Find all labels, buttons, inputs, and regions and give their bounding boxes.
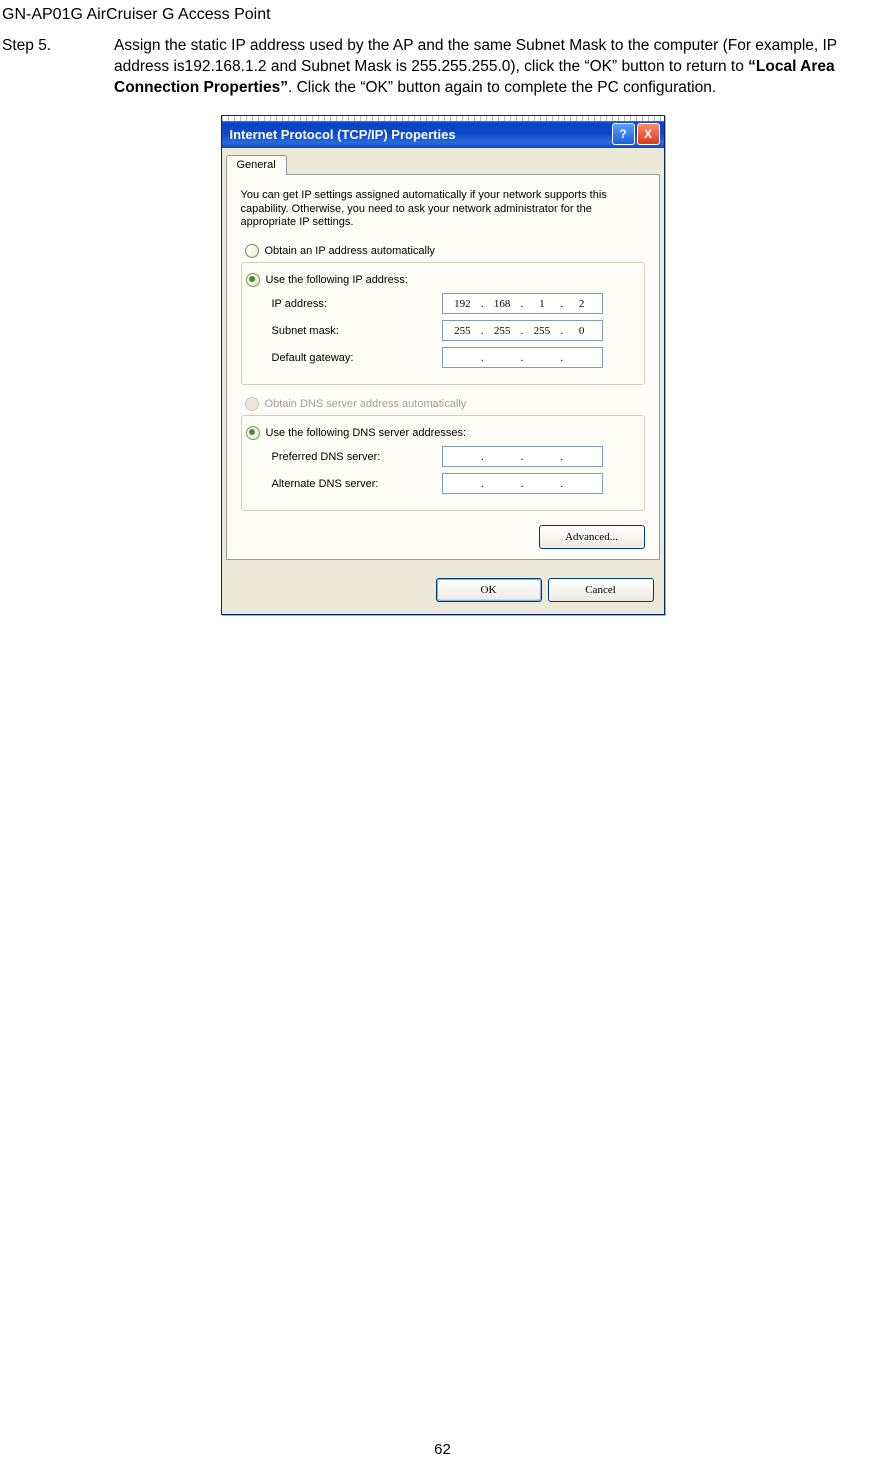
ok-button[interactable]: OK <box>436 578 542 602</box>
step-text-pre: Assign the static IP address used by the… <box>114 37 837 75</box>
ip-seg: 192 <box>448 298 476 310</box>
preferred-dns-label: Preferred DNS server: <box>272 451 442 463</box>
ip-seg: 255 <box>528 325 556 337</box>
titlebar: Internet Protocol (TCP/IP) Properties ? … <box>222 121 664 148</box>
step-text: Assign the static IP address used by the… <box>114 36 885 99</box>
radio-use-dns-label: Use the following DNS server addresses: <box>266 427 467 439</box>
radio-obtain-dns-label: Obtain DNS server address automatically <box>265 398 467 410</box>
radio-use-ip[interactable] <box>246 273 260 287</box>
ip-seg: 2 <box>568 298 596 310</box>
step-block: Step 5. Assign the static IP address use… <box>0 28 885 115</box>
document-title: GN-AP01G AirCruiser G Access Point <box>0 0 885 28</box>
ip-seg: 255 <box>448 325 476 337</box>
advanced-button[interactable]: Advanced... <box>539 525 645 549</box>
tcpip-properties-dialog: Internet Protocol (TCP/IP) Properties ? … <box>221 115 665 615</box>
radio-obtain-dns <box>245 397 259 411</box>
ip-seg: 1 <box>528 298 556 310</box>
tab-content-general: You can get IP settings assigned automat… <box>226 174 660 560</box>
ip-address-label: IP address: <box>272 298 442 310</box>
page-number: 62 <box>0 1441 885 1458</box>
ip-address-input[interactable]: 192. 168. 1. 2 <box>442 293 603 314</box>
intro-text: You can get IP settings assigned automat… <box>241 189 645 230</box>
default-gateway-input[interactable]: . . . <box>442 347 603 368</box>
cancel-button[interactable]: Cancel <box>548 578 654 602</box>
ip-seg: 255 <box>488 325 516 337</box>
radio-obtain-ip[interactable] <box>245 244 259 258</box>
step-label: Step 5. <box>2 36 114 99</box>
radio-use-dns[interactable] <box>246 426 260 440</box>
default-gateway-label: Default gateway: <box>272 352 442 364</box>
radio-obtain-ip-label: Obtain an IP address automatically <box>265 245 435 257</box>
window-title: Internet Protocol (TCP/IP) Properties <box>230 127 456 142</box>
ip-seg: 168 <box>488 298 516 310</box>
radio-use-ip-label: Use the following IP address: <box>266 274 408 286</box>
alternate-dns-label: Alternate DNS server: <box>272 478 442 490</box>
alternate-dns-input[interactable]: . . . <box>442 473 603 494</box>
step-text-post: . Click the “OK” button again to complet… <box>288 79 716 96</box>
subnet-mask-input[interactable]: 255. 255. 255. 0 <box>442 320 603 341</box>
subnet-mask-label: Subnet mask: <box>272 325 442 337</box>
close-button[interactable]: X <box>637 123 660 145</box>
preferred-dns-input[interactable]: . . . <box>442 446 603 467</box>
help-button[interactable]: ? <box>612 123 635 145</box>
ip-seg: 0 <box>568 325 596 337</box>
tab-general[interactable]: General <box>226 155 287 175</box>
